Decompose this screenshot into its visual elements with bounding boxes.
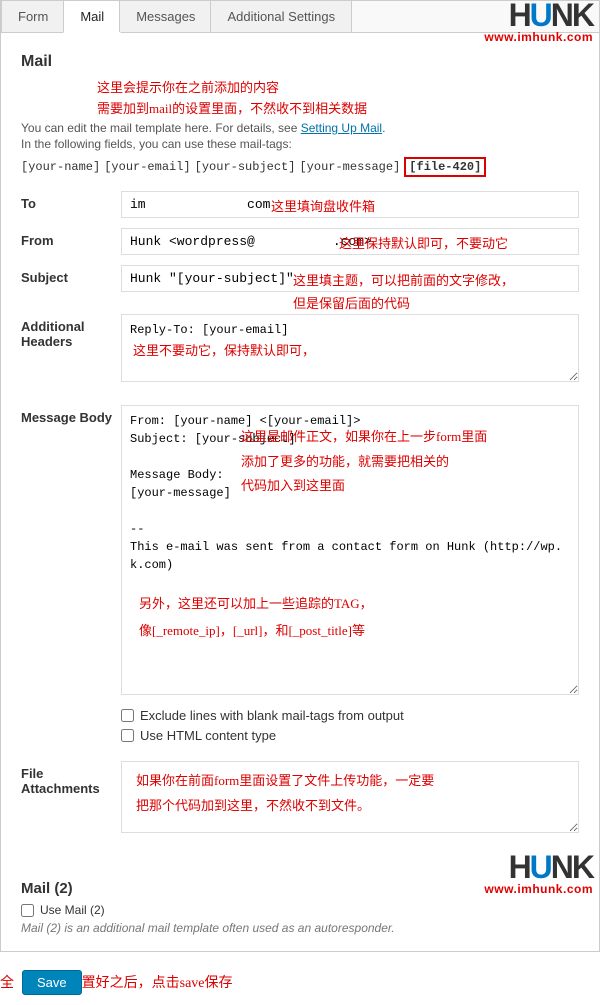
exclude-label: Exclude lines with blank mail-tags from … bbox=[140, 708, 404, 723]
html-label: Use HTML content type bbox=[140, 728, 276, 743]
headers-input[interactable] bbox=[121, 314, 579, 382]
exclude-checkbox[interactable] bbox=[121, 709, 134, 722]
attach-label: File Attachments bbox=[21, 761, 121, 796]
mail-tags: [your-name] [your-email] [your-subject] … bbox=[21, 157, 579, 177]
to-label: To bbox=[21, 191, 121, 211]
mail2-checkbox[interactable] bbox=[21, 904, 34, 917]
mail-title: Mail bbox=[21, 53, 579, 71]
tab-mail[interactable]: Mail bbox=[63, 0, 121, 33]
body-label: Message Body bbox=[21, 405, 121, 425]
note-top-2: 需要加到mail的设置里面，不然收不到相关数据 bbox=[97, 98, 579, 117]
tab-messages[interactable]: Messages bbox=[119, 0, 212, 32]
desc-tags: In the following fields, you can use the… bbox=[21, 137, 579, 151]
save-note-post: 置好之后，点击save保存 bbox=[82, 976, 233, 991]
tab-additional[interactable]: Additional Settings bbox=[210, 0, 352, 32]
headers-label: Additional Headers bbox=[21, 314, 121, 349]
save-note-pre: 全 bbox=[0, 976, 14, 991]
desc-edit: You can edit the mail template here. For… bbox=[21, 121, 579, 135]
subject-input[interactable] bbox=[121, 265, 579, 292]
from-input[interactable] bbox=[121, 228, 579, 255]
attach-input[interactable] bbox=[121, 761, 579, 833]
setting-up-mail-link[interactable]: Setting Up Mail bbox=[301, 121, 382, 135]
mail2-hint: Mail (2) is an additional mail template … bbox=[21, 921, 579, 935]
to-input[interactable] bbox=[121, 191, 579, 218]
mail2-label: Use Mail (2) bbox=[40, 903, 105, 917]
file-tag: [file-420] bbox=[404, 157, 486, 177]
tab-form[interactable]: Form bbox=[1, 0, 65, 32]
from-label: From bbox=[21, 228, 121, 248]
subject-label: Subject bbox=[21, 265, 121, 285]
save-button[interactable]: Save bbox=[22, 970, 82, 995]
body-input[interactable] bbox=[121, 405, 579, 695]
html-checkbox[interactable] bbox=[121, 729, 134, 742]
logo: HUNK www.imhunk.com bbox=[484, 1, 593, 44]
note-top-1: 这里会提示你在之前添加的内容 bbox=[97, 77, 579, 96]
logo-bottom: HUNK www.imhunk.com bbox=[484, 853, 593, 896]
subject-note-2: 但是保留后面的代码 bbox=[293, 293, 410, 312]
